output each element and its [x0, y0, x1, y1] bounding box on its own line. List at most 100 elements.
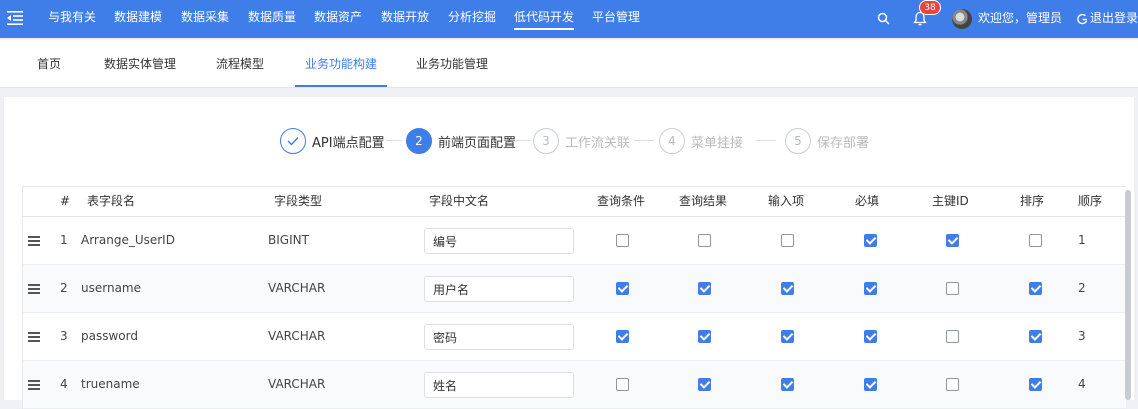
drag-handle-icon[interactable]	[28, 236, 40, 246]
checkbox-query-result[interactable]	[698, 330, 711, 343]
table-header: # 表字段名 字段类型 字段中文名 查询条件 查询结果 输入项 必填 主键ID …	[23, 187, 1126, 217]
cell-field-type: VARCHAR	[268, 377, 326, 391]
table-row: 3 password VARCHAR 3	[23, 313, 1126, 361]
logout-link[interactable]: 退出登录	[1090, 0, 1138, 38]
checkbox-required[interactable]	[864, 330, 877, 343]
checkbox-query-result[interactable]	[698, 234, 711, 247]
cell-field-name: username	[81, 281, 141, 295]
checkbox-sort[interactable]	[1029, 330, 1042, 343]
step-save-deploy[interactable]: 5 保存部署	[785, 127, 869, 155]
topnav-item-modeling[interactable]: 数据建模	[114, 0, 162, 38]
topnav-item-quality[interactable]: 数据质量	[248, 0, 296, 38]
step-connector	[756, 140, 776, 141]
topnav-item-related[interactable]: 与我有关	[48, 0, 96, 38]
checkbox-sort[interactable]	[1029, 234, 1042, 247]
topnav-item-assets[interactable]: 数据资产	[314, 0, 362, 38]
cell-index: 1	[60, 233, 68, 247]
header-cn-name: 字段中文名	[429, 194, 490, 208]
cell-order: 4	[1078, 377, 1086, 391]
cell-order: 3	[1078, 329, 1086, 343]
header-field-type: 字段类型	[274, 194, 323, 208]
step-api-endpoint[interactable]: API端点配置	[280, 127, 385, 155]
cell-field-name: truename	[81, 377, 140, 391]
tab-process-model[interactable]: 流程模型	[216, 40, 264, 88]
cn-name-input[interactable]	[424, 372, 574, 398]
checkbox-input-item[interactable]	[781, 234, 794, 247]
checkbox-primary-key[interactable]	[946, 330, 959, 343]
table-body: 1 Arrange_UserID BIGINT 1 2 username VARCHAR 2 3…	[23, 217, 1126, 409]
cell-index: 4	[60, 377, 68, 391]
table-row: 1 Arrange_UserID BIGINT 1	[23, 217, 1126, 265]
checkbox-primary-key[interactable]	[946, 234, 959, 247]
step-number: 4	[659, 128, 685, 154]
header-query-condition: 查询条件	[597, 194, 646, 208]
checkbox-query-condition[interactable]	[616, 330, 629, 343]
checkbox-input-item[interactable]	[781, 378, 794, 391]
header-field-name: 表字段名	[87, 194, 136, 208]
step-menu-mount[interactable]: 4 菜单挂接	[659, 127, 743, 155]
checkbox-primary-key[interactable]	[946, 378, 959, 391]
tab-function-management[interactable]: 业务功能管理	[416, 40, 488, 88]
step-label: 菜单挂接	[691, 135, 744, 151]
topnav-item-lowcode[interactable]: 低代码开发	[514, 0, 575, 38]
menu-toggle-icon[interactable]	[6, 9, 24, 27]
content-card: API端点配置 2 前端页面配置 3 工作流关联 4 菜单挂接 5 保存部署 #…	[4, 97, 1134, 409]
checkbox-input-item[interactable]	[781, 282, 794, 295]
cn-name-input[interactable]	[424, 324, 574, 350]
drag-handle-icon[interactable]	[28, 332, 40, 342]
step-connector	[386, 140, 402, 141]
search-icon[interactable]	[877, 12, 890, 25]
tab-function-build[interactable]: 业务功能构建	[294, 40, 388, 88]
drag-handle-icon[interactable]	[28, 284, 40, 294]
cell-field-type: VARCHAR	[268, 329, 326, 343]
header-query-result: 查询结果	[679, 194, 728, 208]
notification-badge: 38	[919, 0, 941, 15]
step-connector	[516, 140, 530, 141]
topnav-item-open[interactable]: 数据开放	[381, 0, 429, 38]
step-number: 3	[533, 128, 559, 154]
checkbox-required[interactable]	[864, 282, 877, 295]
cell-order: 2	[1078, 281, 1086, 295]
cell-field-name: password	[81, 329, 138, 343]
checkbox-query-condition[interactable]	[616, 282, 629, 295]
tab-entity-management[interactable]: 数据实体管理	[104, 40, 176, 88]
secondary-tab-bar: 首页 数据实体管理 流程模型 业务功能构建 业务功能管理	[0, 40, 1138, 88]
checkbox-required[interactable]	[864, 378, 877, 391]
topnav-item-analysis[interactable]: 分析挖掘	[448, 0, 496, 38]
checkbox-input-item[interactable]	[781, 330, 794, 343]
step-label: 工作流关联	[565, 135, 631, 151]
step-number: 5	[785, 128, 811, 154]
cell-index: 3	[60, 329, 68, 343]
welcome-text: 欢迎您，管理员	[978, 11, 1063, 25]
check-icon	[280, 128, 306, 154]
header-primary-key: 主键ID	[932, 194, 969, 208]
avatar[interactable]	[952, 9, 972, 29]
cn-name-input[interactable]	[424, 228, 574, 254]
checkbox-sort[interactable]	[1029, 378, 1042, 391]
step-label: 保存部署	[817, 135, 870, 151]
checkbox-query-result[interactable]	[698, 378, 711, 391]
cell-field-name: Arrange_UserID	[81, 233, 175, 247]
step-frontend-page[interactable]: 2 前端页面配置	[406, 127, 516, 155]
vertical-scrollbar[interactable]	[1125, 190, 1131, 400]
topnav-item-collection[interactable]: 数据采集	[181, 0, 229, 38]
cell-field-type: BIGINT	[268, 233, 309, 247]
cn-name-input[interactable]	[424, 276, 574, 302]
step-workflow-link[interactable]: 3 工作流关联	[533, 127, 630, 155]
tab-home[interactable]: 首页	[37, 40, 61, 88]
field-config-table: # 表字段名 字段类型 字段中文名 查询条件 查询结果 输入项 必填 主键ID …	[22, 186, 1126, 409]
logout-icon[interactable]	[1077, 13, 1088, 25]
checkbox-primary-key[interactable]	[946, 282, 959, 295]
drag-handle-icon[interactable]	[28, 380, 40, 390]
checkbox-query-condition[interactable]	[616, 234, 629, 247]
cell-index: 2	[60, 281, 68, 295]
step-number: 2	[406, 128, 432, 154]
topnav-item-platform[interactable]: 平台管理	[592, 0, 640, 38]
checkbox-query-result[interactable]	[698, 282, 711, 295]
table-row: 4 truename VARCHAR 4	[23, 361, 1126, 409]
top-navbar: 与我有关 数据建模 数据采集 数据质量 数据资产 数据开放 分析挖掘 低代码开发…	[0, 0, 1138, 38]
header-input-item: 输入项	[768, 194, 805, 208]
checkbox-query-condition[interactable]	[616, 378, 629, 391]
checkbox-required[interactable]	[864, 234, 877, 247]
checkbox-sort[interactable]	[1029, 282, 1042, 295]
